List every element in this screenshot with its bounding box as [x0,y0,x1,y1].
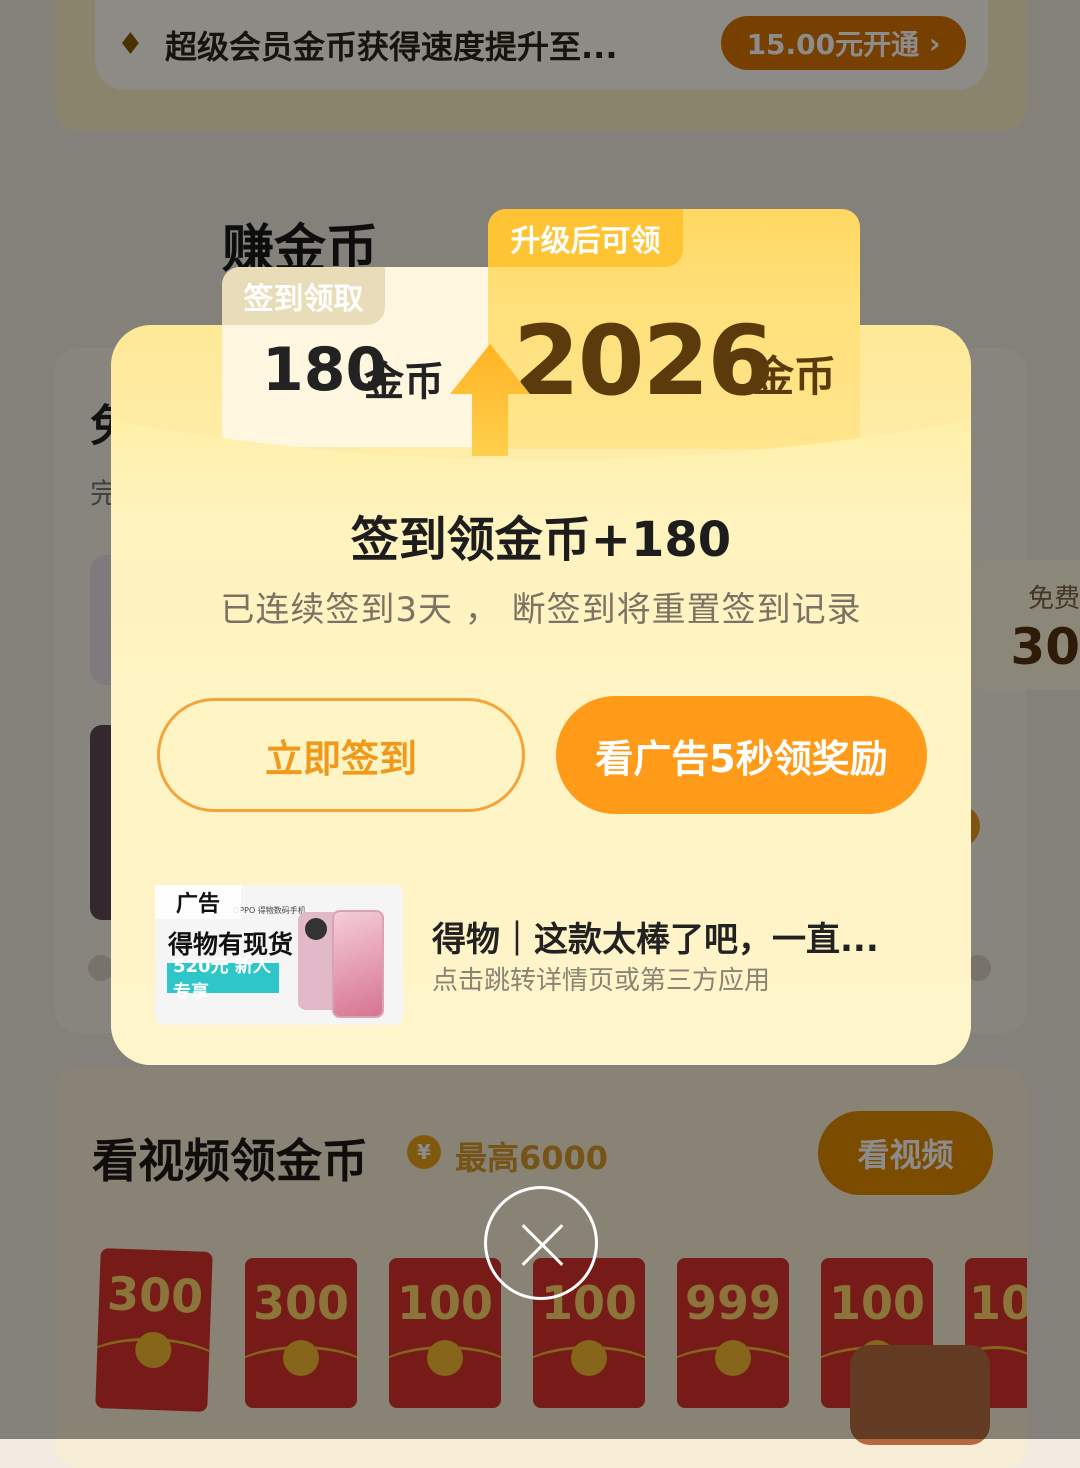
signin-reward-unit: 金币 [364,359,444,405]
ad-image-brand: OPPO 得物数码手机 [233,906,306,915]
phone-image [332,910,384,1018]
popup-title: 签到领金币+180 [350,512,732,568]
camera-icon [305,918,327,940]
arrow-up-icon [450,344,530,456]
upgrade-reward-tag: 升级后可领 [488,209,683,267]
popup-subtitle: 已连续签到3天 ， 断签到将重置签到记录 [220,590,862,630]
upgrade-reward-amount: 2026 [513,305,774,417]
ad-title[interactable]: 得物｜这款太棒了吧，一直... [432,912,879,961]
ad-label: 广告 [155,885,241,919]
upgrade-reward-unit: 金币 [752,352,837,401]
ad-description: 点击跳转详情页或第三方应用 [432,966,771,996]
ad-image-badge: 520元 新人专享 [167,956,279,1003]
close-icon[interactable] [484,1186,598,1300]
watch-ad-reward-button[interactable]: 看广告5秒领奖励 [556,696,927,814]
signin-reward-tag: 签到领取 [222,267,385,325]
signin-now-button[interactable]: 立即签到 [157,698,525,812]
